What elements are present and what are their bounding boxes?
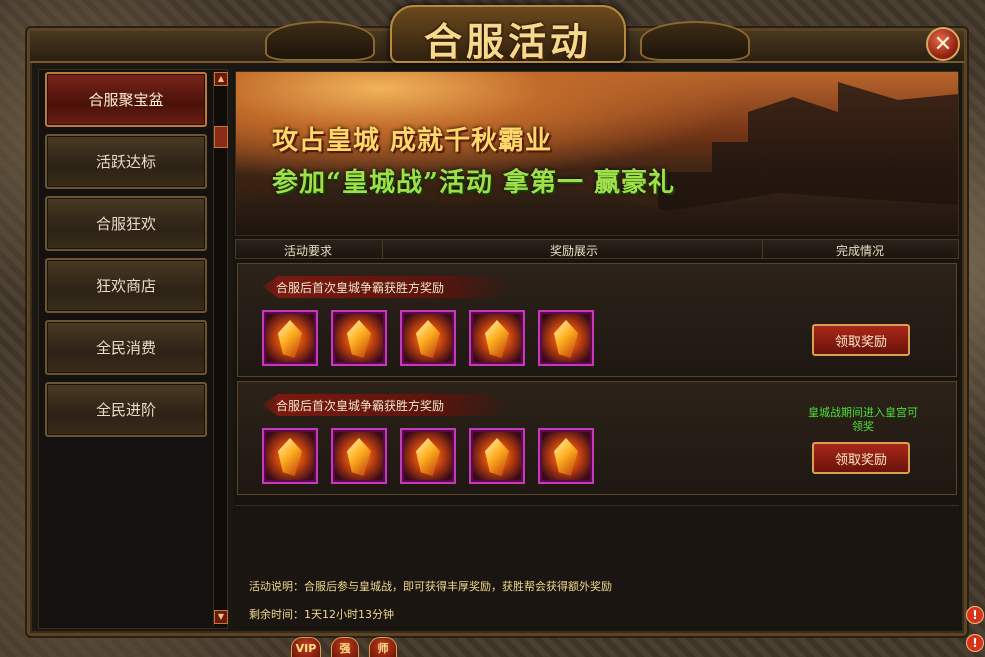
sidebar: 合服聚宝盆 活跃达标 合服狂欢 狂欢商店 全民消费 全民进阶 ▲ ▼ [38, 69, 228, 629]
sidebar-item-carnival-shop[interactable]: 狂欢商店 [45, 258, 207, 313]
requirement-label: 合服后首次皇城争霸获胜方奖励 [276, 281, 445, 295]
gem-item-icon [554, 438, 578, 476]
requirement-label: 合服后首次皇城争霸获胜方奖励 [276, 399, 445, 413]
gem-item-icon [485, 320, 509, 358]
gem-item-icon [278, 320, 302, 358]
vip-button[interactable]: VIP [291, 637, 321, 657]
reward-item-slot[interactable] [262, 428, 318, 484]
gem-item-icon [416, 320, 440, 358]
status-hint: 皇城战期间进入皇宫可领奖 [808, 406, 918, 433]
scroll-thumb[interactable] [214, 126, 228, 148]
gem-item-icon [347, 320, 371, 358]
banner-subheadline: 参加“皇城战”活动 拿第一 赢豪礼 [272, 168, 676, 198]
strengthen-button[interactable]: 强 [331, 637, 359, 657]
title-ornament-left [265, 21, 375, 61]
reward-item-slot[interactable] [331, 428, 387, 484]
reward-item-slot[interactable] [469, 428, 525, 484]
sidebar-item-merge-treasure-bowl[interactable]: 合服聚宝盆 [45, 72, 207, 127]
gem-item-icon [485, 438, 509, 476]
event-description-area: 活动说明：合服后参与皇城战，即可获得丰厚奖励，获胜帮会获得额外奖励 剩余时间：1… [235, 505, 959, 627]
sidebar-item-all-spending[interactable]: 全民消费 [45, 320, 207, 375]
event-description: 活动说明：合服后参与皇城战，即可获得丰厚奖励，获胜帮会获得额外奖励 [249, 580, 612, 593]
alert-icon[interactable]: ! [966, 606, 984, 624]
event-banner: 攻占皇城 成就千秋霸业 参加“皇城战”活动 拿第一 赢豪礼 [235, 71, 959, 236]
sidebar-scrollbar[interactable]: ▲ ▼ [213, 72, 228, 626]
claim-reward-button[interactable]: 领取奖励 [812, 442, 910, 474]
header-rewards: 奖励展示 [550, 244, 599, 258]
header-requirement: 活动要求 [284, 244, 333, 258]
sidebar-item-activity-goal[interactable]: 活跃达标 [45, 134, 207, 189]
reward-item-slot[interactable] [400, 428, 456, 484]
alert-icon[interactable]: ! [966, 634, 984, 652]
gem-item-icon [416, 438, 440, 476]
reward-item-slot[interactable] [538, 428, 594, 484]
claim-reward-button[interactable]: 领取奖励 [812, 324, 910, 356]
header-status: 完成情况 [836, 244, 885, 258]
reward-row: 合服后首次皇城争霸获胜方奖励 领取奖励 [237, 263, 957, 377]
master-button[interactable]: 师 [369, 637, 397, 657]
merge-server-event-window: 合服活动 ✕ 合服聚宝盆 活跃达标 合服狂欢 狂欢商店 全民消费 全民进阶 ▲ … [27, 5, 967, 636]
window-title: 合服活动 [423, 19, 592, 64]
sidebar-item-all-advance[interactable]: 全民进阶 [45, 382, 207, 437]
gem-item-icon [347, 438, 371, 476]
event-content-panel: 攻占皇城 成就千秋霸业 参加“皇城战”活动 拿第一 赢豪礼 活动要求 奖励展示 … [233, 69, 961, 629]
title-ornament-right [640, 21, 750, 61]
reward-item-slot[interactable] [400, 310, 456, 366]
close-icon[interactable]: ✕ [926, 27, 960, 61]
scroll-down-arrow-icon[interactable]: ▼ [214, 610, 228, 624]
remaining-time: 剩余时间：1天12小时13分钟 [249, 608, 394, 621]
scroll-up-arrow-icon[interactable]: ▲ [214, 72, 228, 86]
reward-table-header: 活动要求 奖励展示 完成情况 [235, 239, 959, 259]
sidebar-item-merge-carnival[interactable]: 合服狂欢 [45, 196, 207, 251]
gem-item-icon [278, 438, 302, 476]
reward-item-slot[interactable] [331, 310, 387, 366]
banner-headline: 攻占皇城 成就千秋霸业 [272, 126, 553, 156]
reward-item-slot[interactable] [538, 310, 594, 366]
reward-item-slot[interactable] [262, 310, 318, 366]
reward-row: 合服后首次皇城争霸获胜方奖励 皇城战期间进入皇宫可领奖 领取奖励 [237, 381, 957, 495]
gem-item-icon [554, 320, 578, 358]
reward-item-slot[interactable] [469, 310, 525, 366]
